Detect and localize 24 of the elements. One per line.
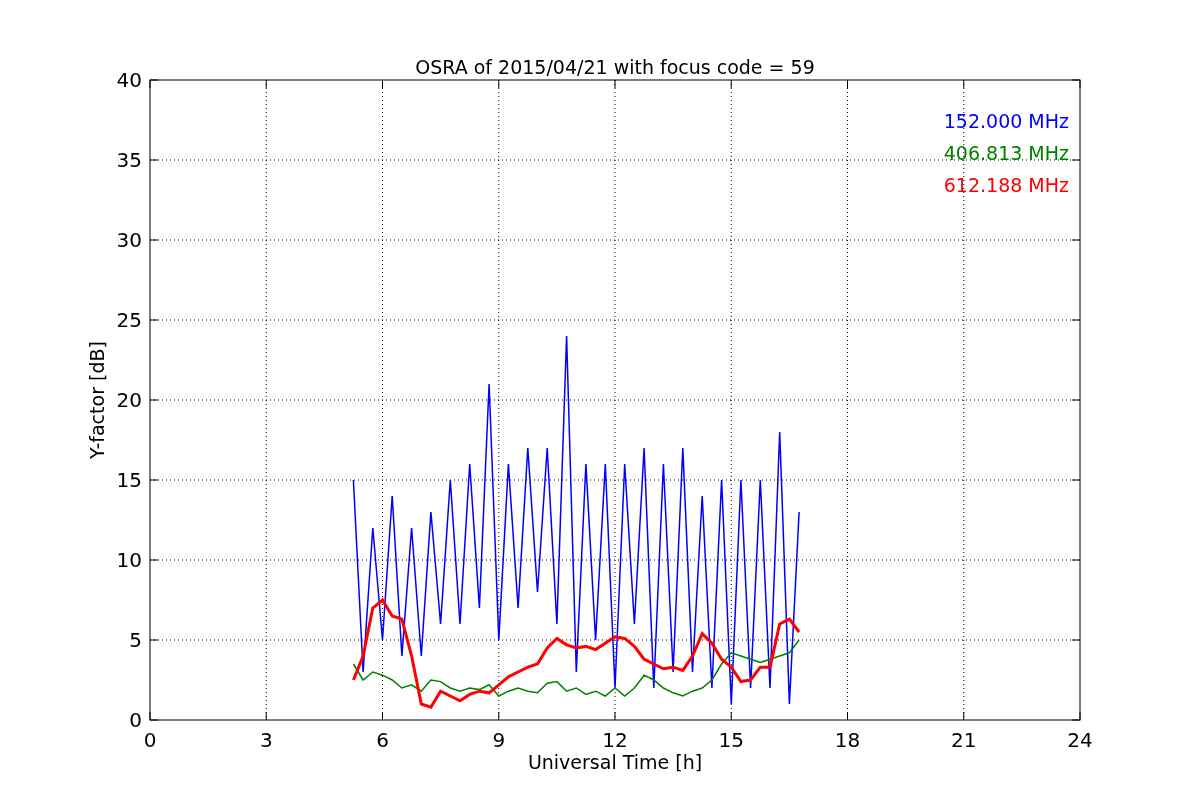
tick-label: 21 <box>951 728 977 752</box>
tick-label: 3 <box>259 728 273 752</box>
legend-label: 612.188 MHz <box>943 174 1069 196</box>
tick-label: 0 <box>129 708 142 732</box>
tick-label: 9 <box>492 728 506 752</box>
chart-title: OSRA of 2015/04/21 with focus code = 59 <box>415 56 815 78</box>
tick-label: 0 <box>143 728 157 752</box>
tick-label: 10 <box>116 548 142 572</box>
tick-label: 6 <box>376 728 389 752</box>
tick-label: 12 <box>602 728 628 752</box>
legend-label: 406.813 MHz <box>943 142 1069 164</box>
axis-label: Y-factor [dB] <box>86 341 108 459</box>
legend-label: 152.000 MHz <box>943 110 1069 132</box>
tick-label: 20 <box>116 388 142 412</box>
tick-label: 25 <box>116 308 142 332</box>
axis-label: Universal Time [h] <box>527 751 703 773</box>
tick-label: 40 <box>116 68 142 92</box>
tick-label: 24 <box>1067 728 1093 752</box>
tick-label: 35 <box>116 148 142 172</box>
tick-label: 5 <box>129 628 142 652</box>
tick-label: 15 <box>718 728 744 752</box>
tick-label: 15 <box>116 468 142 492</box>
tick-label: 18 <box>834 728 861 752</box>
tick-label: 30 <box>116 228 142 252</box>
